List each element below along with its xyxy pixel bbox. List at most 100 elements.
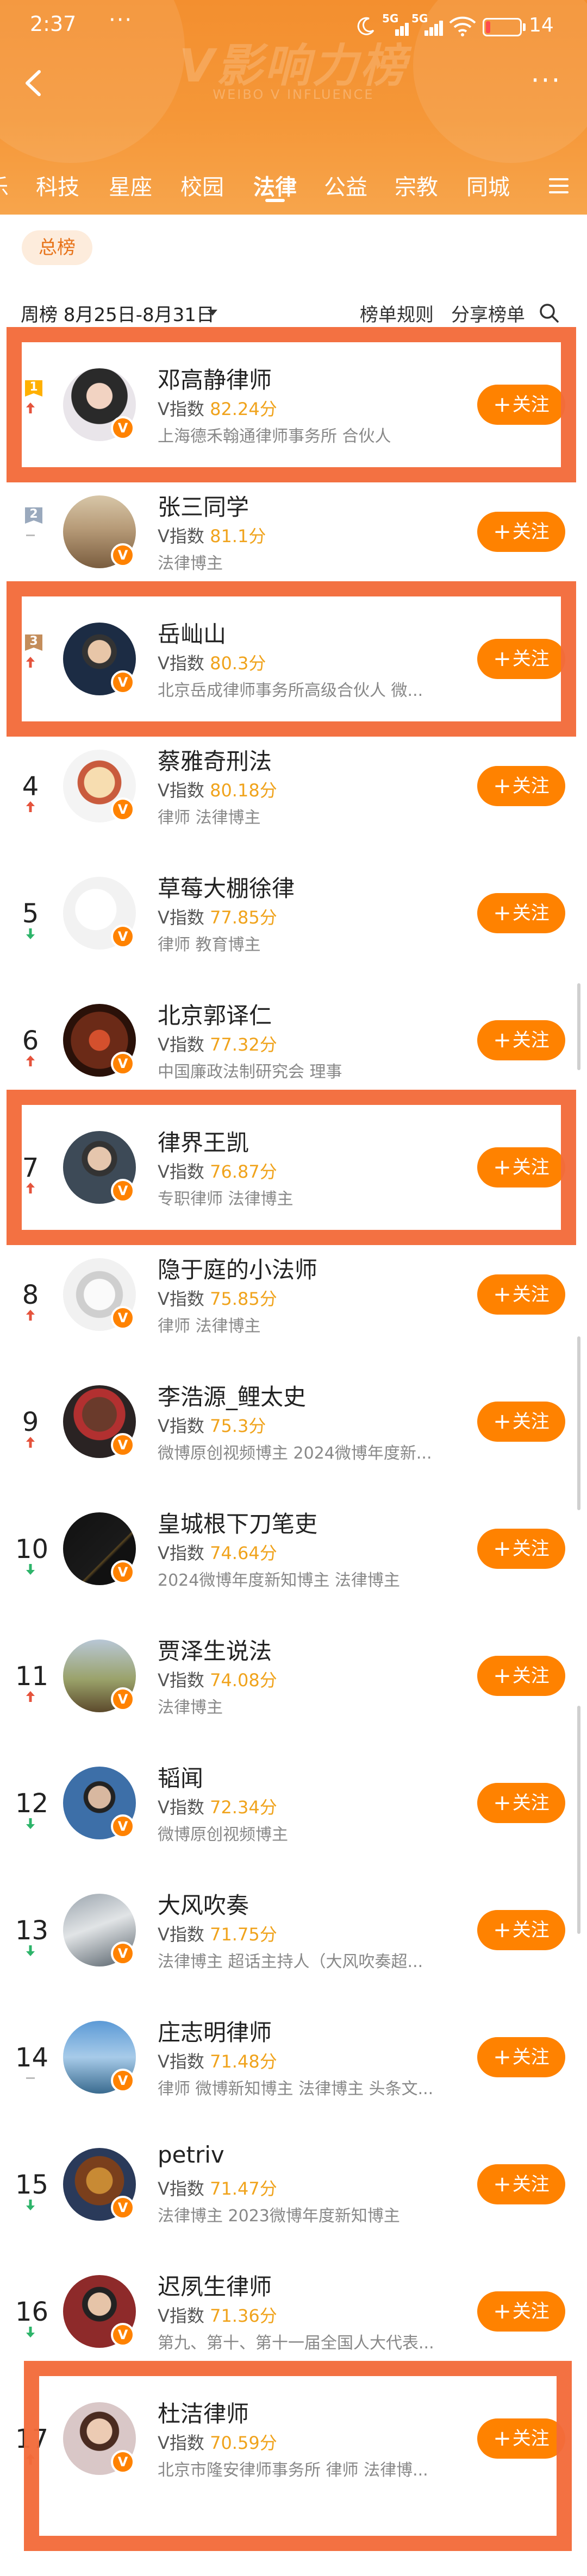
ranking-row[interactable]: 12 V 韬闻 V指数 72.34分 微博原创视频博主 +关注 bbox=[0, 1739, 587, 1867]
user-name[interactable]: 邓高静律师 bbox=[158, 362, 272, 395]
user-name[interactable]: 李浩源_鲤太史 bbox=[158, 1379, 306, 1412]
user-name[interactable]: 北京郭译仁 bbox=[158, 997, 272, 1031]
user-name[interactable]: 岳屾山 bbox=[158, 616, 226, 649]
plus-icon: + bbox=[493, 774, 511, 799]
tab-category[interactable]: 娱乐 bbox=[0, 169, 9, 201]
user-name[interactable]: 杜洁律师 bbox=[158, 2396, 249, 2429]
ranking-row[interactable]: 5 V 草莓大棚徐律 V指数 77.85分 律师 教育博主 +关注 bbox=[0, 850, 587, 977]
ranking-row[interactable]: 16 V 迟夙生律师 V指数 71.36分 第九、第十、第十一届全国人大代表... +关注 bbox=[0, 2248, 587, 2375]
follow-button[interactable]: +关注 bbox=[477, 2291, 565, 2332]
ranking-row[interactable]: 10 V 皇城根下刀笔吏 V指数 74.64分 2024微博年度新知博主 法律博主 +关注 bbox=[0, 1485, 587, 1612]
user-name[interactable]: 皇城根下刀笔吏 bbox=[158, 1506, 317, 1539]
follow-button[interactable]: +关注 bbox=[477, 1656, 565, 1696]
user-description: 法律博主 2023微博年度新知博主 bbox=[158, 2207, 400, 2226]
follow-button[interactable]: +关注 bbox=[477, 766, 565, 806]
ranking-row[interactable]: 11 V 贾泽生说法 V指数 74.08分 法律博主 +关注 bbox=[0, 1612, 587, 1739]
trend-up-icon bbox=[26, 801, 35, 812]
tab-category[interactable]: 公益 bbox=[324, 169, 367, 201]
v-index: V指数 71.47分 bbox=[158, 2175, 277, 2200]
trend-down-icon bbox=[26, 928, 35, 939]
user-name[interactable]: 律界王凯 bbox=[158, 1124, 249, 1158]
rank-number: 9 bbox=[22, 1407, 39, 1437]
tab-category[interactable]: 校园 bbox=[180, 169, 224, 201]
follow-button[interactable]: +关注 bbox=[477, 1020, 565, 1060]
user-description: 律师 微博新知博主 法律博主 头条文... bbox=[158, 2079, 434, 2099]
user-name[interactable]: 草莓大棚徐律 bbox=[158, 870, 295, 903]
verified-v-icon: V bbox=[111, 1052, 135, 1076]
follow-button[interactable]: +关注 bbox=[477, 2164, 565, 2204]
follow-button[interactable]: +关注 bbox=[477, 1274, 565, 1315]
ranking-row[interactable]: 14 V 庄志明律师 V指数 71.48分 律师 微博新知博主 法律博主 头条文... +… bbox=[0, 1994, 587, 2121]
overall-ranking-chip[interactable]: 总榜 bbox=[22, 230, 92, 265]
rank-number: 14 bbox=[15, 2043, 49, 2073]
ranking-rules-link[interactable]: 榜单规则 bbox=[360, 300, 434, 326]
trend-flat-icon bbox=[26, 2077, 35, 2079]
tab-category[interactable]: 科技 bbox=[36, 169, 79, 201]
moon-icon bbox=[357, 17, 374, 35]
tab-category[interactable]: 星座 bbox=[109, 169, 152, 201]
follow-button[interactable]: +关注 bbox=[477, 1147, 565, 1188]
follow-button[interactable]: +关注 bbox=[477, 1910, 565, 1950]
ranking-row[interactable]: 6 V 北京郭译仁 V指数 77.32分 中国廉政法制研究会 理事 +关注 bbox=[0, 977, 587, 1104]
scrollbar[interactable] bbox=[577, 983, 580, 1070]
ranking-row[interactable]: 7 V 律界王凯 V指数 76.87分 专职律师 法律博主 +关注 bbox=[0, 1104, 587, 1231]
user-name[interactable]: petriv bbox=[158, 2141, 224, 2168]
scrollbar[interactable] bbox=[577, 1706, 580, 1934]
period-selector[interactable]: 周榜 8月25日-8月31日 bbox=[21, 300, 215, 326]
verified-v-icon: V bbox=[111, 670, 135, 694]
ranking-row[interactable]: 8 V 隐于庭的小法师 V指数 75.85分 律师 法律博主 +关注 bbox=[0, 1231, 587, 1358]
tab-category-active[interactable]: 法律 bbox=[253, 169, 297, 201]
ranking-row[interactable]: 3 V 岳屾山 V指数 80.3分 北京岳成律师事务所高级合伙人 微... +关注 bbox=[0, 595, 587, 722]
follow-button[interactable]: +关注 bbox=[477, 893, 565, 933]
trend-up-icon bbox=[26, 1310, 35, 1321]
ranking-row[interactable]: 1 V 邓高静律师 V指数 82.24分 上海德禾翰通律师事务所 合伙人 +关注 bbox=[0, 341, 587, 468]
ranking-row[interactable]: 2 V 张三同学 V指数 81.1分 法律博主 +关注 bbox=[0, 468, 587, 595]
scrollbar[interactable] bbox=[577, 1336, 580, 1510]
user-name[interactable]: 隐于庭的小法师 bbox=[158, 1252, 317, 1285]
more-options-icon[interactable]: ··· bbox=[522, 64, 571, 102]
follow-button[interactable]: +关注 bbox=[477, 639, 565, 679]
caret-down-icon[interactable] bbox=[208, 310, 217, 316]
user-name[interactable]: 蔡雅奇刑法 bbox=[158, 743, 272, 776]
user-name[interactable]: 张三同学 bbox=[158, 489, 249, 522]
ranking-row[interactable]: 17 V 杜洁律师 V指数 70.59分 北京市隆安律师事务所 律师 法律博... +关注 bbox=[0, 2375, 587, 2502]
wifi-icon bbox=[449, 16, 476, 36]
user-name[interactable]: 贾泽生说法 bbox=[158, 1633, 272, 1666]
menu-icon[interactable] bbox=[549, 178, 569, 193]
tab-category[interactable]: 同城 bbox=[466, 169, 510, 201]
user-name[interactable]: 迟夙生律师 bbox=[158, 2269, 272, 2302]
v-index-label: V指数 bbox=[158, 1034, 204, 1055]
follow-button[interactable]: +关注 bbox=[477, 2037, 565, 2077]
user-name[interactable]: 庄志明律师 bbox=[158, 2014, 272, 2047]
v-index-label: V指数 bbox=[158, 1161, 204, 1182]
follow-button[interactable]: +关注 bbox=[477, 512, 565, 552]
v-index: V指数 77.85分 bbox=[158, 904, 277, 929]
share-ranking-link[interactable]: 分享榜单 bbox=[451, 300, 525, 326]
filter-bar: 周榜 8月25日-8月31日 榜单规则 分享榜单 bbox=[0, 293, 587, 337]
follow-button[interactable]: +关注 bbox=[477, 1402, 565, 1442]
v-index-score: 71.48分 bbox=[210, 2051, 277, 2072]
follow-button[interactable]: +关注 bbox=[477, 1783, 565, 1823]
v-index-label: V指数 bbox=[158, 526, 204, 546]
user-name[interactable]: 大风吹奏 bbox=[158, 1887, 249, 1920]
ranking-row[interactable]: 4 V 蔡雅奇刑法 V指数 80.18分 律师 法律博主 +关注 bbox=[0, 722, 587, 850]
back-arrow-icon[interactable] bbox=[15, 64, 53, 102]
v-index-score: 81.1分 bbox=[210, 526, 266, 546]
trend-up-icon bbox=[26, 1183, 35, 1193]
ranking-row[interactable]: 9 V 李浩源_鲤太史 V指数 75.3分 微博原创视频博主 2024微博年度新... +… bbox=[0, 1358, 587, 1485]
v-index-score: 82.24分 bbox=[210, 399, 277, 419]
v-index-label: V指数 bbox=[158, 2178, 204, 2199]
ranking-row[interactable]: 13 V 大风吹奏 V指数 71.75分 法律博主 超话主持人（大风吹奏超... +关注 bbox=[0, 1867, 587, 1994]
follow-button[interactable]: +关注 bbox=[477, 385, 565, 425]
verified-v-icon: V bbox=[111, 2323, 135, 2347]
user-description: 律师 教育博主 bbox=[158, 935, 261, 954]
follow-button[interactable]: +关注 bbox=[477, 2418, 565, 2459]
search-icon[interactable] bbox=[538, 302, 560, 324]
user-description: 北京市隆安律师事务所 律师 法律博... bbox=[158, 2461, 428, 2480]
user-name[interactable]: 韬闻 bbox=[158, 1760, 203, 1793]
ranking-row[interactable]: 15 Vpetriv V指数 71.47分 法律博主 2023微博年度新知博主 +关注 bbox=[0, 2121, 587, 2248]
follow-button[interactable]: +关注 bbox=[477, 1529, 565, 1569]
verified-v-icon: V bbox=[111, 797, 135, 821]
trend-up-icon bbox=[26, 1055, 35, 1066]
tab-category[interactable]: 宗教 bbox=[395, 169, 438, 201]
